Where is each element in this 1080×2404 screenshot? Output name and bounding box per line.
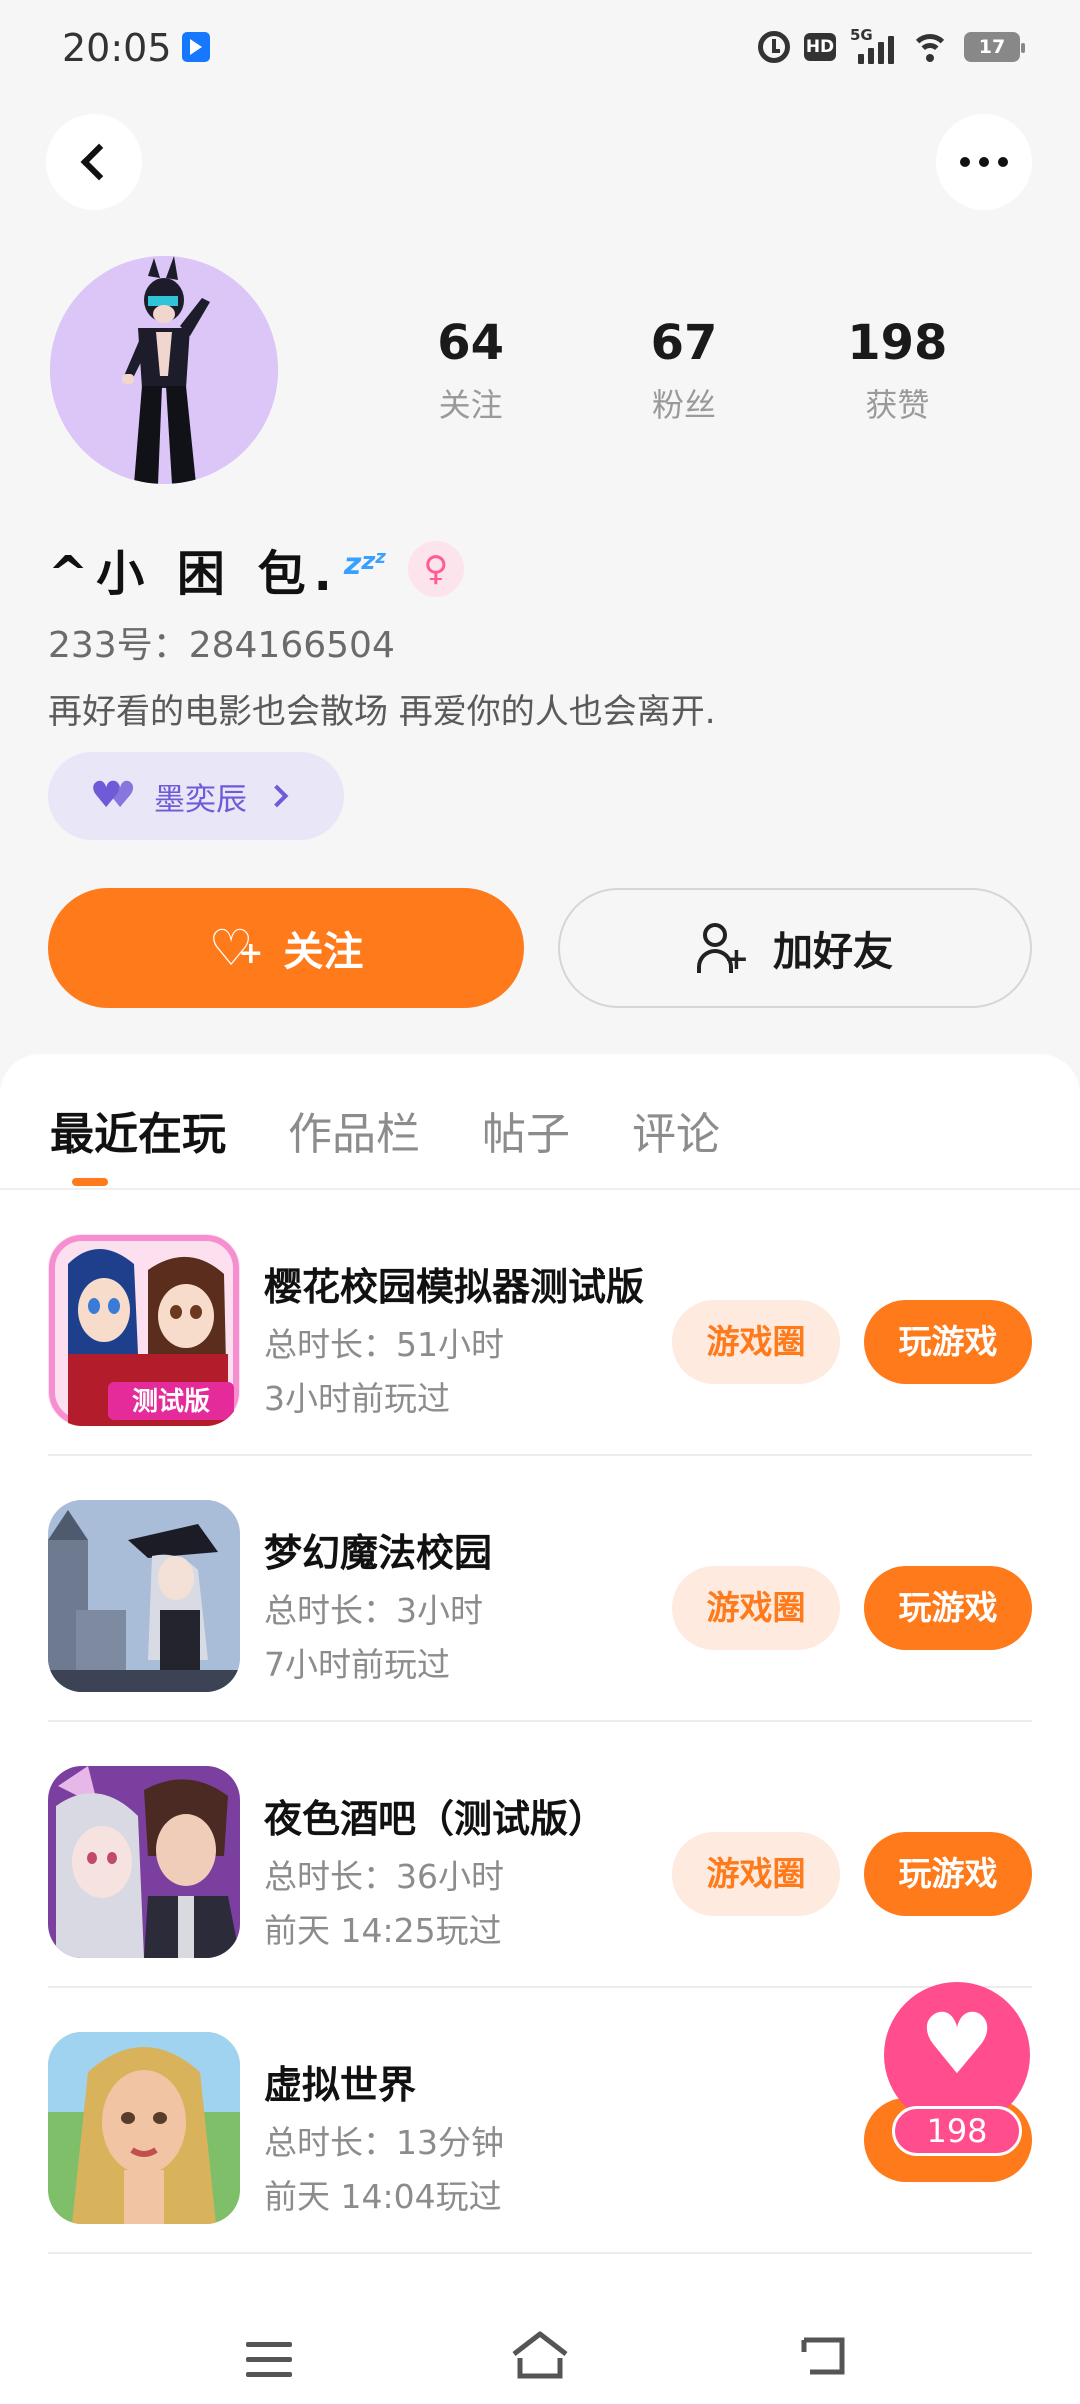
status-time: 20:05 xyxy=(62,26,172,70)
game-circle-button[interactable]: 游戏圈 xyxy=(672,1566,840,1650)
list-item[interactable]: 夜色酒吧（测试版） 总时长：36小时 前天 14:25玩过 游戏圈 玩游戏 xyxy=(48,1722,1032,1988)
menu-icon[interactable] xyxy=(246,2342,292,2378)
list-item[interactable]: 测试版 樱花校园模拟器测试版 总时长：51小时 3小时前玩过 游戏圈 玩游戏 xyxy=(48,1190,1032,1456)
tab-comments[interactable]: 评论 xyxy=(632,1098,720,1162)
network-type: 5G xyxy=(850,26,873,44)
game-circle-button[interactable]: 游戏圈 xyxy=(672,1300,840,1384)
follow-label: 关注 xyxy=(283,929,364,975)
game-icon xyxy=(48,1766,240,1958)
status-bar: 20:05 HD 5G 17 xyxy=(0,0,1080,100)
game-last-played: 7小时前玩过 xyxy=(264,1645,450,1684)
game-title: 梦幻魔法校园 xyxy=(264,1531,493,1575)
game-duration: 总时长：3小时 xyxy=(264,1591,483,1630)
wifi-icon xyxy=(910,30,950,64)
stat-label: 关注 xyxy=(438,386,503,424)
tab-posts[interactable]: 帖子 xyxy=(482,1098,570,1162)
tab-indicator xyxy=(72,1178,108,1186)
game-last-played: 前天 14:04玩过 xyxy=(264,2177,502,2216)
game-last-played: 前天 14:25玩过 xyxy=(264,1911,502,1950)
game-circle-button[interactable]: 游戏圈 xyxy=(672,1832,840,1916)
female-gender-icon: ♀ xyxy=(407,541,464,597)
game-last-played: 3小时前玩过 xyxy=(264,1379,450,1418)
home-icon[interactable] xyxy=(510,2328,570,2380)
stat-followers[interactable]: 67 粉丝 xyxy=(575,312,792,426)
user-id-label: 233号： xyxy=(48,625,189,666)
stat-value: 67 xyxy=(650,315,718,371)
game-icon xyxy=(48,2032,240,2224)
alarm-icon xyxy=(758,31,790,63)
add-friend-button[interactable]: + 加好友 xyxy=(558,888,1032,1008)
double-heart-icon: ♥ ♥ xyxy=(90,775,137,816)
back-button[interactable] xyxy=(46,114,142,210)
play-game-button[interactable]: 玩游戏 xyxy=(864,1566,1032,1650)
user-id-value: 284166504 xyxy=(188,625,395,666)
tab-bar: 最近在玩 作品栏 帖子 评论 xyxy=(50,1098,782,1162)
app-notification-icon xyxy=(182,32,210,62)
name-row: ^小 困 包. zzz ♀ xyxy=(48,534,464,604)
add-friend-label: 加好友 xyxy=(773,929,893,975)
tab-works[interactable]: 作品栏 xyxy=(288,1098,420,1162)
stat-likes[interactable]: 198 获赞 xyxy=(789,312,1006,426)
game-title: 虚拟世界 xyxy=(264,2063,417,2107)
more-options-button[interactable] xyxy=(936,114,1032,210)
stat-value: 198 xyxy=(847,315,948,371)
bio: 再好看的电影也会散场 再爱你的人也会离开. xyxy=(48,692,716,732)
cp-name: 墨奕辰 xyxy=(154,781,247,818)
zzz-sleep-icon: zzz xyxy=(343,546,386,582)
content-panel: 最近在玩 作品栏 帖子 评论 测试版 樱花校园模拟器测试版 总时长：51小时 3… xyxy=(0,1054,1080,2404)
heart-icon: ♥ xyxy=(919,1995,995,2093)
play-game-button[interactable]: 玩游戏 xyxy=(864,1832,1032,1916)
person-plus-icon: + xyxy=(697,923,749,975)
game-duration: 总时长：51小时 xyxy=(264,1325,504,1364)
return-icon[interactable] xyxy=(798,2332,848,2378)
like-float-button[interactable]: ♥ 198 xyxy=(884,1982,1030,2156)
back-arrow-icon xyxy=(80,143,118,181)
game-icon: 测试版 xyxy=(48,1234,240,1426)
tab-recently-played[interactable]: 最近在玩 xyxy=(50,1098,226,1162)
stat-label: 粉丝 xyxy=(651,386,716,424)
hd-icon: HD xyxy=(804,33,836,61)
game-title: 夜色酒吧（测试版） xyxy=(264,1797,607,1841)
cp-tag[interactable]: ♥ ♥ 墨奕辰 xyxy=(48,752,344,840)
avatar[interactable] xyxy=(50,256,278,484)
play-game-button[interactable]: 玩游戏 xyxy=(864,1300,1032,1384)
follow-button[interactable]: ♡ + 关注 xyxy=(48,888,524,1008)
battery-icon: 17 xyxy=(964,32,1025,62)
heart-plus-icon: ♡ + xyxy=(208,919,264,977)
user-id: 233号：284166504 xyxy=(48,616,395,668)
profile-stats: 64 关注 67 粉丝 198 获赞 xyxy=(366,312,1006,426)
list-item[interactable]: 梦幻魔法校园 总时长：3小时 7小时前玩过 游戏圈 玩游戏 xyxy=(48,1456,1032,1722)
stat-value: 64 xyxy=(437,315,505,371)
more-dots-icon xyxy=(960,157,1008,167)
stat-label: 获赞 xyxy=(865,386,930,424)
game-duration: 总时长：36小时 xyxy=(264,1857,504,1896)
like-count: 198 xyxy=(892,2106,1022,2156)
game-title: 樱花校园模拟器测试版 xyxy=(264,1265,645,1309)
system-nav-bar xyxy=(0,2272,1080,2404)
icon-label: 测试版 xyxy=(132,1387,210,1417)
signal-icon: 5G xyxy=(850,26,896,64)
game-duration: 总时长：13分钟 xyxy=(264,2123,504,2162)
stat-following[interactable]: 64 关注 xyxy=(362,312,579,426)
status-icons: HD 5G 17 xyxy=(758,26,1025,64)
username: ^小 困 包. xyxy=(48,546,340,602)
game-icon xyxy=(48,1500,240,1692)
chevron-right-icon xyxy=(265,784,289,808)
